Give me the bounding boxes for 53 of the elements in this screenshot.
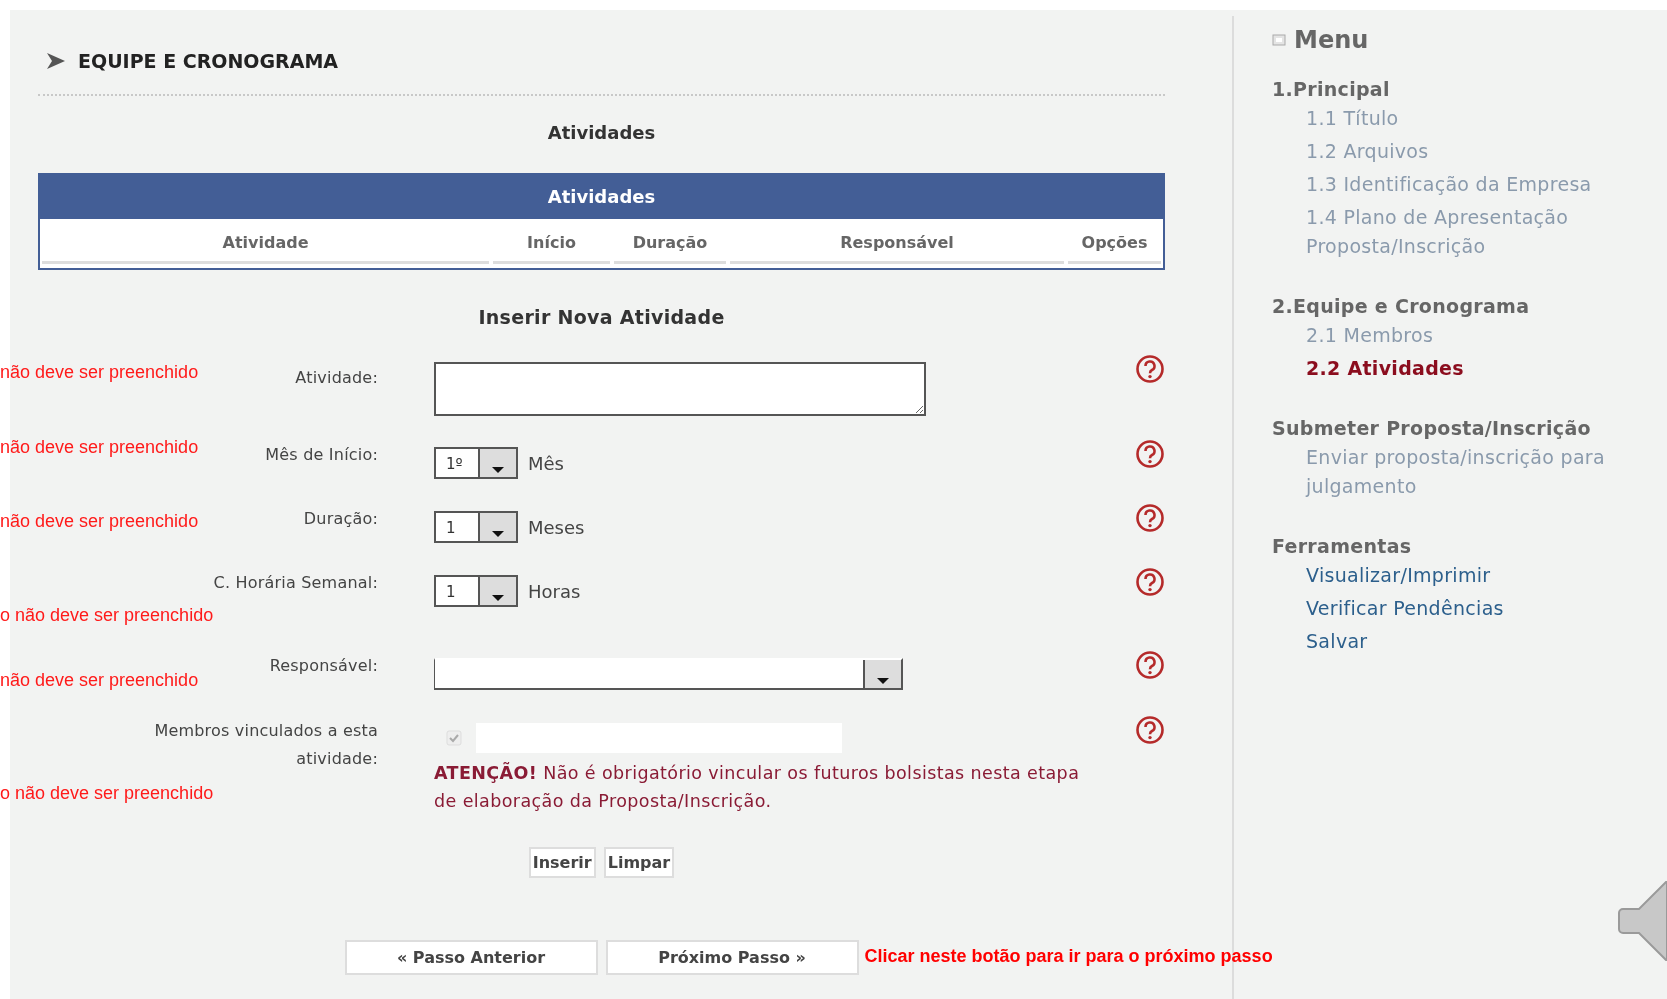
help-icon[interactable] xyxy=(1135,503,1165,533)
field-label: Duração: xyxy=(302,508,378,530)
menu-section-title: 1.Principal xyxy=(1272,78,1391,100)
annotation: o não deve ser preenchido xyxy=(0,783,214,804)
notice-text: ATENÇÃO! Não é obrigatório vincular os futuros bolsistas nesta etapa de elaboração da Proposta/Inscrição. xyxy=(434,761,1081,813)
menu-link[interactable]: 2.2 Atividades xyxy=(1306,354,1626,383)
unit-label: Horas xyxy=(528,580,581,602)
form-button[interactable]: Inserir xyxy=(528,847,596,878)
field-label: Responsável: xyxy=(268,655,378,677)
help-icon[interactable] xyxy=(1135,439,1165,469)
column-header: Responsável xyxy=(730,223,1064,264)
help-icon[interactable] xyxy=(1135,567,1165,597)
annotation: não deve ser preenchido xyxy=(0,669,199,691)
help-icon[interactable] xyxy=(1135,650,1165,680)
annotation: Clicar neste botão para ir para o próximo passo xyxy=(864,946,1273,967)
speaker-icon xyxy=(1617,881,1667,961)
annotation: não deve ser preenchido xyxy=(0,437,199,458)
number-select[interactable]: 1 xyxy=(434,511,518,543)
next-step-button[interactable]: Próximo Passo » xyxy=(605,940,859,975)
menu-section-title: Submeter Proposta/Inscrição xyxy=(1272,417,1592,439)
responsible-select[interactable] xyxy=(434,658,903,690)
section-title: EQUIPE E CRONOGRAMA xyxy=(78,50,339,72)
annotation: não deve ser preenchido xyxy=(0,362,199,383)
annotation: o não deve ser preenchido xyxy=(0,604,214,626)
field-label: Atividade: xyxy=(294,367,378,389)
form-title: Inserir Nova Atividade xyxy=(477,306,726,328)
menu-icon xyxy=(1272,34,1286,46)
table-title: Atividades xyxy=(40,175,1163,219)
menu-title: Menu xyxy=(1294,26,1369,54)
menu-section-title: Ferramentas xyxy=(1272,535,1413,557)
unit-label: Mês xyxy=(528,452,564,474)
menu-section-title: 2.Equipe e Cronograma xyxy=(1272,295,1531,317)
activity-input[interactable] xyxy=(434,362,926,416)
arrow-icon xyxy=(46,52,66,70)
column-header: Atividade xyxy=(42,223,489,264)
annotation: não deve ser preenchido xyxy=(0,511,199,532)
field-label: Membros vinculados a esta atividade: xyxy=(153,720,378,770)
number-select[interactable]: 1 xyxy=(434,575,518,607)
help-icon[interactable] xyxy=(1135,715,1165,745)
field-label: Mês de Início: xyxy=(264,444,378,466)
menu-link[interactable]: Salvar xyxy=(1306,627,1626,656)
help-icon[interactable] xyxy=(1135,354,1165,384)
menu-link[interactable]: Visualizar/Imprimir xyxy=(1306,561,1626,590)
menu-link[interactable]: Verificar Pendências xyxy=(1306,594,1626,623)
unit-label: Meses xyxy=(528,516,585,538)
column-header: Início xyxy=(493,223,610,264)
form-button[interactable]: Limpar xyxy=(603,847,675,878)
number-select[interactable]: 1º xyxy=(434,447,518,479)
column-header: Opções xyxy=(1068,223,1161,264)
field-label: C. Horária Semanal: xyxy=(212,572,378,594)
column-header: Duração xyxy=(614,223,726,264)
subtitle: Atividades xyxy=(546,122,657,143)
previous-step-button[interactable]: « Passo Anterior xyxy=(344,940,598,975)
